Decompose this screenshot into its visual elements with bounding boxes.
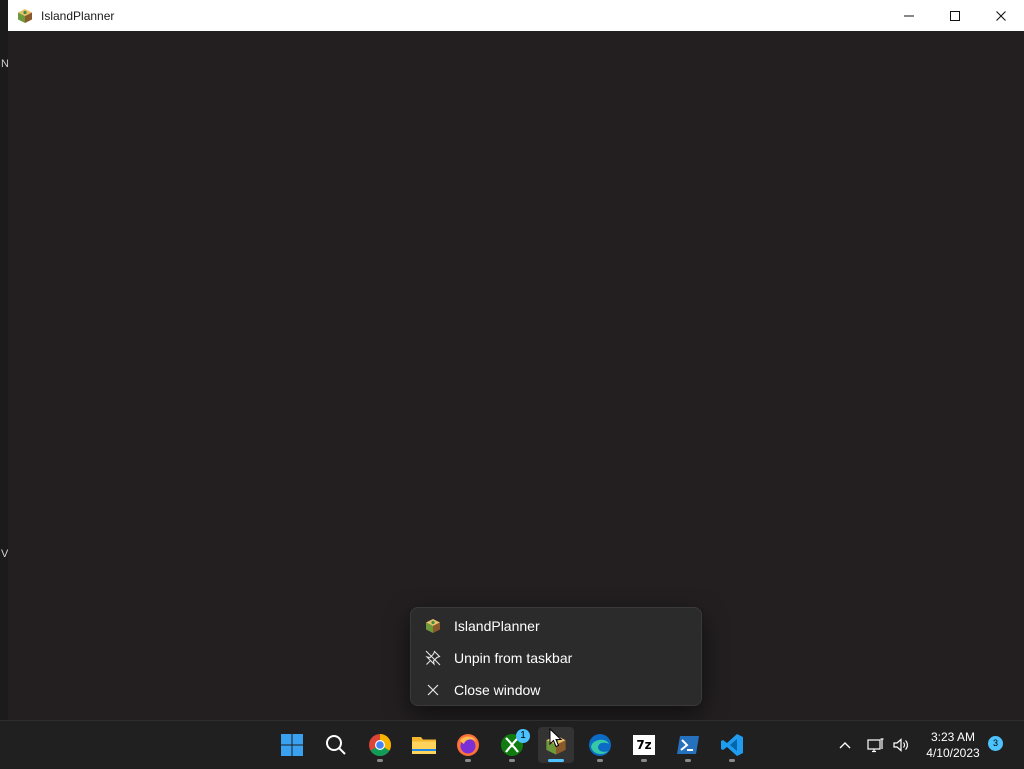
clock-date: 4/10/2023 [926, 746, 980, 760]
running-indicator [729, 759, 735, 762]
chrome-icon [369, 734, 391, 756]
taskbar-powershell[interactable] [670, 727, 706, 763]
tray-network[interactable] [864, 721, 888, 769]
7zip-icon-text: 7z [636, 738, 652, 752]
taskbar-edge[interactable] [582, 727, 618, 763]
xbox-notification-badge: 1 [516, 729, 530, 743]
desktop-edge: N V [0, 0, 9, 720]
running-indicator [685, 759, 691, 762]
taskbar-jump-list: IslandPlanner Unpin from taskbar Close w… [410, 607, 702, 706]
jumplist-item-label: Unpin from taskbar [454, 650, 573, 666]
jumplist-item-close-window[interactable]: Close window [411, 674, 701, 706]
mouse-cursor-icon [549, 728, 563, 748]
maximize-icon [950, 10, 960, 21]
vscode-icon [721, 734, 743, 756]
islandplanner-app-icon [17, 8, 33, 24]
window-title: IslandPlanner [41, 8, 115, 23]
jumplist-item-islandplanner[interactable]: IslandPlanner [411, 610, 701, 642]
folder-icon [412, 737, 436, 754]
minimize-icon [904, 15, 914, 16]
taskbar-search-button[interactable] [318, 727, 354, 763]
caption-buttons [886, 0, 1024, 31]
running-indicator [377, 759, 383, 762]
close-icon [996, 10, 1006, 21]
tray-volume[interactable] [889, 721, 913, 769]
jumplist-item-label: IslandPlanner [454, 618, 540, 634]
jumplist-item-label: Close window [454, 682, 541, 698]
network-icon [867, 738, 884, 753]
running-indicator [509, 759, 515, 762]
tray-overflow-button[interactable] [832, 721, 858, 769]
taskbar-file-explorer[interactable] [406, 727, 442, 763]
close-icon [424, 681, 442, 699]
taskbar: 1 7z 3:23 AM 4/10/2023 [0, 720, 1024, 768]
taskbar-firefox[interactable] [450, 727, 486, 763]
running-indicator [597, 759, 603, 762]
taskbar-xbox[interactable]: 1 [494, 727, 530, 763]
taskbar-7zip[interactable]: 7z [626, 727, 662, 763]
close-button[interactable] [978, 0, 1024, 31]
taskbar-start-button[interactable] [274, 727, 310, 763]
minimize-button[interactable] [886, 0, 932, 31]
search-icon [326, 735, 346, 755]
running-indicator [641, 759, 647, 762]
firefox-icon [457, 734, 479, 756]
7zip-icon: 7z [633, 735, 655, 755]
volume-icon [893, 738, 908, 752]
running-indicator [465, 759, 471, 762]
window-titlebar[interactable]: IslandPlanner [8, 0, 1024, 32]
islandplanner-app-icon [424, 617, 442, 635]
notification-center-badge[interactable]: 3 [988, 736, 1003, 751]
clock-time: 3:23 AM [930, 730, 976, 744]
edge-icon [589, 734, 611, 756]
unpin-icon [424, 649, 442, 667]
taskbar-clock[interactable]: 3:23 AM 4/10/2023 [918, 729, 988, 761]
taskbar-chrome[interactable] [362, 727, 398, 763]
taskbar-vscode[interactable] [714, 727, 750, 763]
active-indicator [548, 759, 564, 762]
windows-start-icon [281, 734, 303, 756]
powershell-icon [677, 736, 699, 754]
jumplist-item-unpin[interactable]: Unpin from taskbar [411, 642, 701, 674]
chevron-up-icon [839, 742, 851, 749]
maximize-button[interactable] [932, 0, 978, 31]
